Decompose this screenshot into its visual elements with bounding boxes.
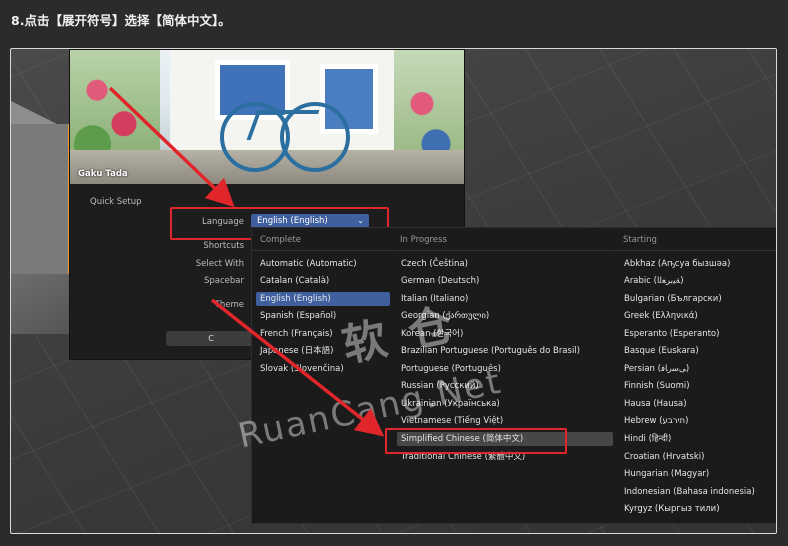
language-option[interactable]: Catalan (Català) [260, 274, 329, 288]
language-option[interactable]: Hungarian (Magyar) [624, 467, 709, 481]
step-caption: 8.点击【展开符号】选择【简体中文】。 [11, 13, 231, 28]
highlight-box-simplified-chinese [385, 428, 567, 454]
artist-credit: Gaku Tada [78, 169, 128, 179]
language-option[interactable]: Hindi (हिन्दी) [624, 432, 671, 446]
quick-setup-title: Quick Setup [90, 197, 142, 207]
blender-screenshot: Gaku Tada Quick Setup Language English (… [10, 48, 777, 534]
shortcuts-label: Shortcuts [203, 241, 244, 251]
splash-image: Gaku Tada [70, 50, 464, 184]
language-option[interactable]: Persian (ﯽﺳﺭﺎﻓ) [624, 362, 689, 376]
language-option[interactable]: Hebrew (תירבע) [624, 414, 688, 428]
language-option[interactable]: Basque (Euskara) [624, 344, 699, 358]
language-option[interactable]: Arabic (ﺔﻴﺑﺮﻌﻟﺍ) [624, 274, 684, 288]
language-option[interactable]: Hausa (Hausa) [624, 397, 687, 411]
theme-label: Theme [214, 300, 244, 310]
language-option[interactable]: Automatic (Automatic) [260, 257, 357, 271]
continue-button[interactable]: C [166, 331, 256, 346]
language-popup: Complete In Progress Starting Automatic … [251, 227, 776, 524]
language-option[interactable]: Spanish (Español) [260, 309, 336, 323]
language-option[interactable]: German (Deutsch) [401, 274, 479, 288]
language-option[interactable]: Japanese (日本語) [260, 344, 333, 358]
language-option[interactable]: Finnish (Suomi) [624, 379, 690, 393]
language-option[interactable]: Czech (Čeština) [401, 257, 468, 271]
starting-header: Starting [623, 235, 657, 245]
cube-edge [11, 274, 69, 334]
complete-header: Complete [260, 235, 301, 245]
language-option[interactable]: Croatian (Hrvatski) [624, 450, 704, 464]
in-progress-header: In Progress [400, 235, 447, 245]
language-option[interactable]: Abkhaz (Аҧсуа бызшәа) [624, 257, 730, 271]
cube-face [11, 124, 69, 274]
language-option[interactable]: Indonesian (Bahasa indonesia) [624, 485, 755, 499]
language-option[interactable]: French (Français) [260, 327, 333, 341]
language-option[interactable]: Greek (Ελληνικά) [624, 309, 698, 323]
language-option[interactable]: Kyrgyz (Кыргыз тили) [624, 502, 720, 516]
spacebar-label: Spacebar [203, 276, 244, 286]
language-option[interactable]: Bulgarian (Български) [624, 292, 722, 306]
language-option[interactable]: Slovak (Slovenčina) [260, 362, 344, 376]
language-option[interactable]: Esperanto (Esperanto) [624, 327, 719, 341]
select-with-label: Select With [195, 259, 244, 269]
